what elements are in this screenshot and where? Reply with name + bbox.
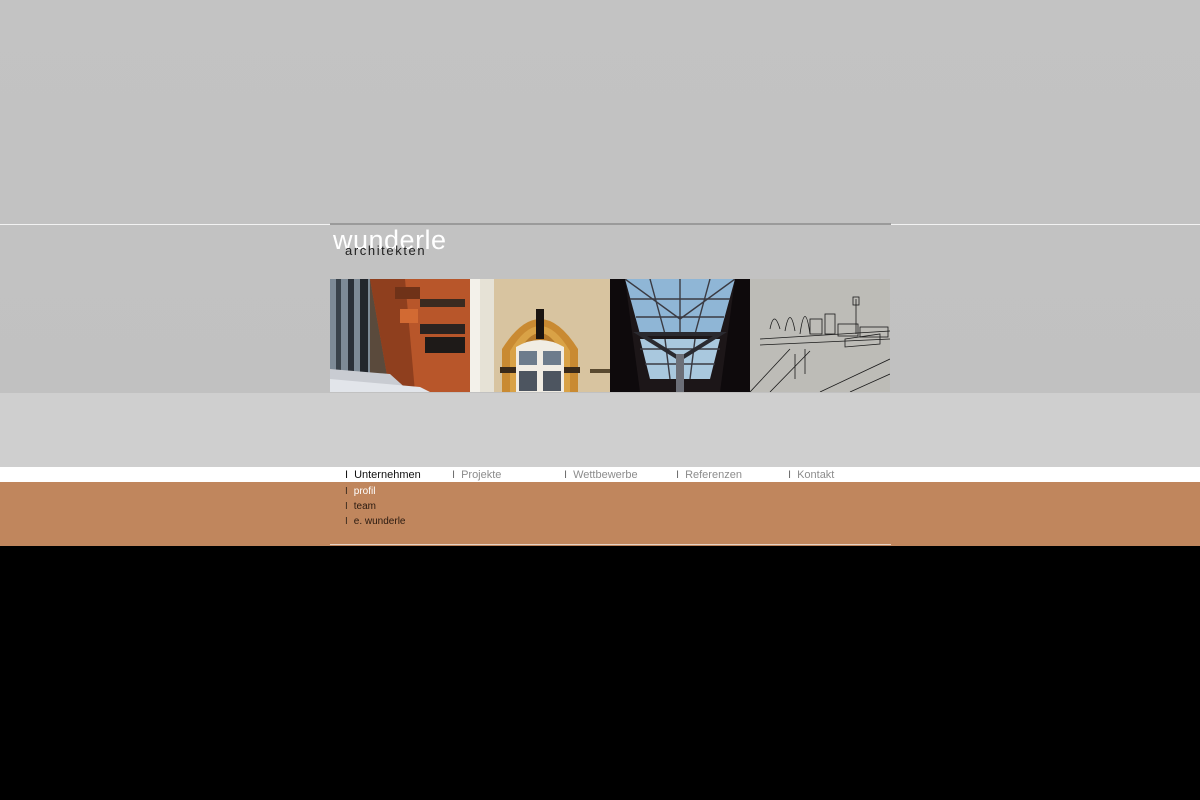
subnav-band [0,482,1200,546]
subnav-separator: I [345,516,348,527]
nav-separator: I [345,469,349,481]
glass-roof-photo [610,279,750,392]
nav-item-label: Unternehmen [354,469,421,481]
nav-item-label: Referenzen [685,469,742,481]
sketch-drawing [750,279,890,392]
photo-strip [330,279,891,392]
logo-tagline: architekten [345,243,427,258]
facade-photo [330,279,470,392]
nav-item-label: Kontakt [797,469,835,481]
main-nav: I Unternehmen I Projekte I Wettbewerbe I Ref… [345,468,891,482]
subnav-item-label: profil [353,486,376,497]
nav-item-label: Projekte [461,469,502,481]
divider-bottom [330,544,891,545]
page: wunderle architekten I Unternehmen I Pro… [0,0,1200,800]
nav-item-wettbewerbe[interactable]: I Wettbewerbe [564,468,638,482]
subnav-separator: I [345,486,348,497]
arched-window-photo [470,279,610,392]
nav-item-label: Wettbewerbe [573,469,638,481]
subnav-separator: I [345,501,348,512]
mid-band [0,393,1200,467]
divider-left [0,224,330,225]
divider-right [891,224,1200,225]
subnav-item-label: e. wunderle [353,516,406,527]
subnav-item-label: team [353,501,377,512]
nav-separator: I [564,469,568,481]
nav-item-unternehmen[interactable]: I Unternehmen [345,468,421,482]
nav-separator: I [788,469,792,481]
nav-item-projekte[interactable]: I Projekte [452,468,501,482]
subnav-item-e-wunderle[interactable]: Ie. wunderle [345,514,405,529]
subnav-item-team[interactable]: Iteam [345,499,405,514]
footer-band [0,546,1200,800]
nav-item-kontakt[interactable]: I Kontakt [788,468,834,482]
subnav-item-profil[interactable]: Iprofil [345,484,405,499]
logo[interactable]: wunderle architekten [333,226,533,266]
nav-separator: I [452,469,456,481]
nav-item-referenzen[interactable]: I Referenzen [676,468,742,482]
nav-separator: I [676,469,680,481]
sub-nav: Iprofil Iteam Ie. wunderle [345,484,405,529]
